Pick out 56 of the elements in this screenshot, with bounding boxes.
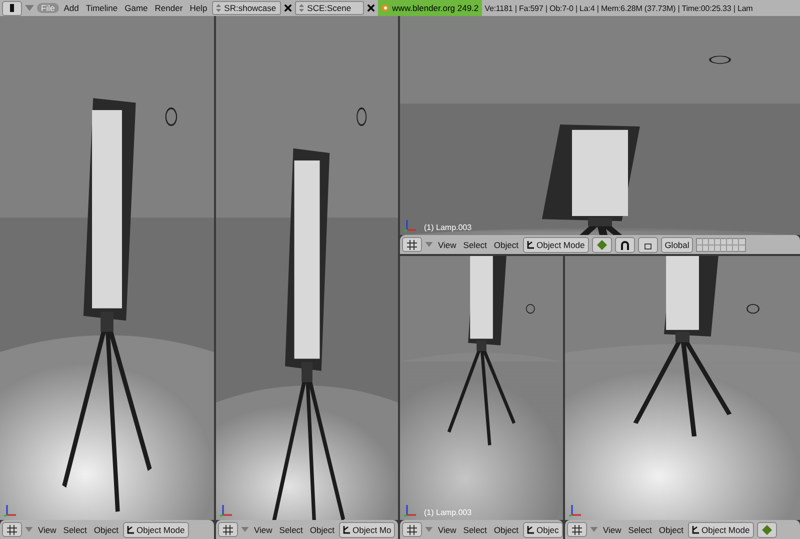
logo-icon: [381, 4, 390, 12]
menu-item[interactable]: View: [436, 524, 458, 534]
shading-icon[interactable]: [762, 524, 772, 534]
menu-item[interactable]: Select: [277, 524, 305, 534]
menu-item[interactable]: Select: [461, 240, 489, 250]
menu-item[interactable]: View: [601, 524, 624, 534]
editor-type-icon[interactable]: [2, 0, 22, 16]
menu-item[interactable]: Game: [122, 3, 150, 13]
axis-icon: [404, 218, 418, 232]
up-down-arrows-icon: [216, 4, 222, 12]
menu-item[interactable]: Help: [188, 3, 210, 13]
axis-icon: [4, 503, 18, 517]
shading-icon[interactable]: [596, 240, 607, 250]
menu-item[interactable]: Object: [492, 524, 520, 534]
up-down-arrows-icon: [299, 4, 304, 12]
close-icon[interactable]: [367, 4, 376, 12]
mode-dropdown[interactable]: Object Mode: [688, 522, 754, 538]
mode-icon: [343, 526, 350, 534]
mode-dropdown[interactable]: Objec: [523, 522, 563, 538]
screen-field[interactable]: SR:showcase: [212, 1, 282, 15]
menu-item[interactable]: Select: [61, 524, 89, 534]
version-text: www.blender.org 249.2: [392, 3, 479, 13]
orientation-dropdown[interactable]: Global: [660, 236, 694, 252]
editor-type-icon[interactable]: [402, 237, 422, 252]
editor-type-icon[interactable]: [2, 522, 22, 537]
menu-item[interactable]: View: [436, 240, 458, 250]
menu-item[interactable]: Timeline: [84, 3, 120, 13]
menu-item[interactable]: Object: [308, 524, 336, 534]
mode-dropdown[interactable]: Object Mode: [523, 236, 589, 252]
scene-stats: Ve:1181 | Fa:597 | Ob:7-0 | La:4 | Mem:6.28M (37.73M) | Time:00:25.33 | Lam: [484, 4, 753, 12]
menu-item[interactable]: View: [252, 524, 274, 534]
mode-icon: [527, 240, 534, 248]
editor-type-icon[interactable]: [567, 522, 587, 537]
object-label: (1) Lamp.003: [424, 508, 472, 517]
menu-item[interactable]: Add: [62, 3, 81, 13]
mode-icon: [692, 526, 700, 534]
menu-item[interactable]: Select: [461, 524, 489, 534]
scene-field[interactable]: SCE:Scene: [295, 1, 364, 15]
menu-item[interactable]: Object: [656, 524, 686, 534]
mode-icon: [527, 526, 534, 534]
axis-icon: [220, 503, 234, 517]
mode-dropdown[interactable]: Object Mo: [339, 522, 396, 538]
axis-icon: [404, 503, 418, 517]
menu-item[interactable]: View: [36, 524, 58, 534]
mode-dropdown[interactable]: Object Mode: [123, 522, 189, 538]
menu-item[interactable]: Select: [626, 524, 654, 534]
menu-item[interactable]: Object: [92, 524, 120, 534]
magnet-icon[interactable]: [620, 240, 630, 250]
menu-item[interactable]: Render: [152, 3, 185, 13]
object-label: (1) Lamp.003: [424, 223, 472, 232]
mode-icon: [127, 526, 134, 534]
axis-icon: [569, 503, 583, 517]
editor-type-icon[interactable]: [402, 522, 422, 537]
menu-item[interactable]: Object: [492, 240, 520, 250]
close-icon[interactable]: [284, 4, 292, 12]
editor-type-icon[interactable]: [218, 522, 238, 537]
